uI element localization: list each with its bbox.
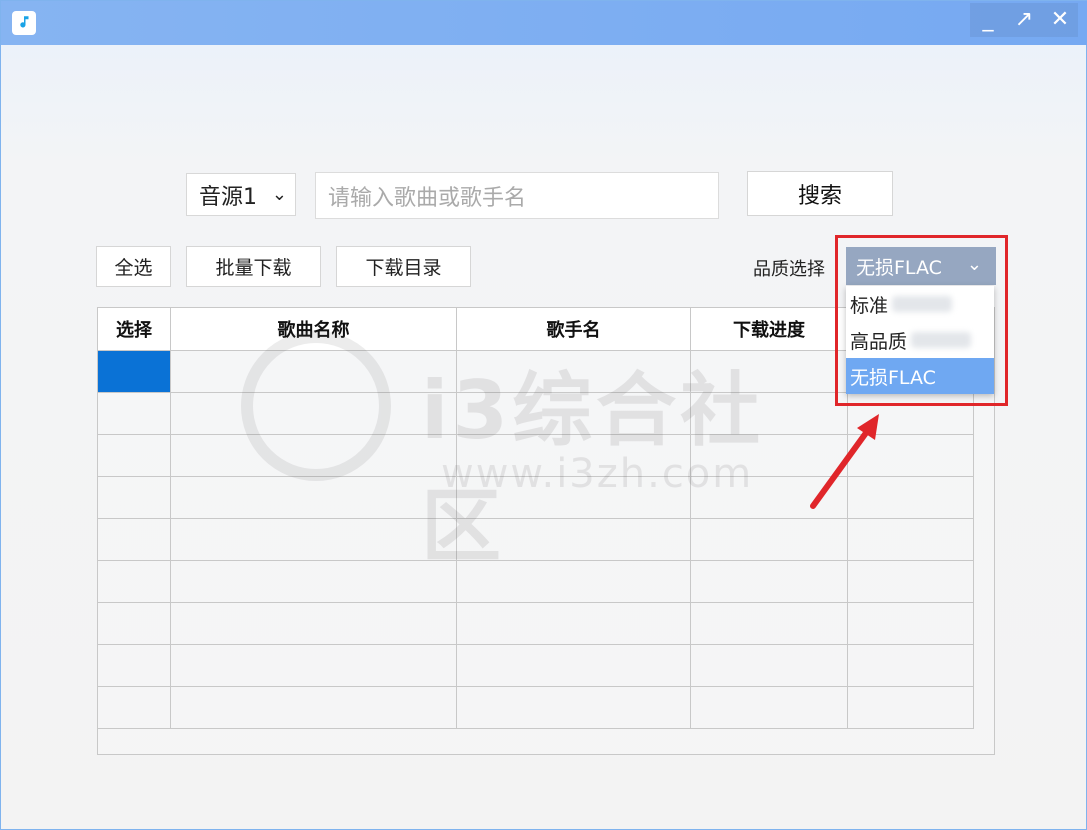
maximize-button[interactable]: ↗ [1007,3,1041,37]
table-row[interactable] [98,644,974,687]
title-bar: _ ↗ ✕ [1,1,1087,45]
table-cell [456,686,691,729]
row-select-cell[interactable] [98,518,171,561]
table-cell [170,392,457,435]
table-row[interactable] [98,518,974,561]
search-input[interactable]: 请输入歌曲或歌手名 [315,172,719,219]
source-select[interactable]: 音源1 ⌄ [186,173,296,216]
table-cell [170,644,457,687]
annotation-arrow-icon [810,414,879,509]
table-row[interactable] [98,686,974,729]
table-cell [456,560,691,603]
column-header-artist: 歌手名 [456,308,691,351]
table-cell [847,560,974,603]
table-cell [847,602,974,645]
table-cell [690,518,848,561]
select-all-button[interactable]: 全选 [96,246,171,287]
table-cell [170,560,457,603]
row-select-cell[interactable] [98,602,171,645]
table-cell [690,560,848,603]
row-select-cell[interactable] [98,644,171,687]
table-cell [170,434,457,477]
row-select-cell[interactable] [98,350,171,393]
window-controls: _ ↗ ✕ [970,3,1078,37]
table-cell [456,350,691,393]
table-cell [456,644,691,687]
table-cell [847,686,974,729]
row-select-cell[interactable] [98,686,171,729]
table-cell [170,518,457,561]
table-cell [690,602,848,645]
search-button[interactable]: 搜索 [747,171,893,216]
row-select-cell[interactable] [98,434,171,477]
table-cell [847,518,974,561]
music-note-icon [12,11,36,35]
column-header-select: 选择 [98,308,171,351]
table-row[interactable] [98,560,974,603]
table-cell [690,644,848,687]
table-cell [690,686,848,729]
column-header-song: 歌曲名称 [170,308,457,351]
table-cell [170,686,457,729]
batch-download-button[interactable]: 批量下载 [186,246,321,287]
quality-label: 品质选择 [753,259,825,280]
table-cell [847,644,974,687]
column-header-progress: 下载进度 [690,308,848,351]
annotation-highlight-box [835,235,1008,406]
row-select-cell[interactable] [98,560,171,603]
row-select-cell[interactable] [98,392,171,435]
table-cell [456,476,691,519]
table-cell [456,602,691,645]
app-window: _ ↗ ✕ 音源1 ⌄ 请输入歌曲或歌手名 搜索 全选 批量下载 下载目录 品质… [0,0,1087,830]
table-row[interactable] [98,602,974,645]
download-directory-button[interactable]: 下载目录 [336,246,471,287]
minimize-button[interactable]: _ [971,3,1005,37]
table-cell [170,350,457,393]
table-cell [456,392,691,435]
table-cell [456,518,691,561]
chevron-down-icon: ⌄ [271,184,287,205]
row-select-cell[interactable] [98,476,171,519]
table-cell [690,350,848,393]
close-button[interactable]: ✕ [1043,3,1077,37]
table-cell [456,434,691,477]
source-select-value: 音源1 [199,184,257,210]
table-cell [170,476,457,519]
table-cell [170,602,457,645]
search-placeholder: 请输入歌曲或歌手名 [328,185,527,211]
